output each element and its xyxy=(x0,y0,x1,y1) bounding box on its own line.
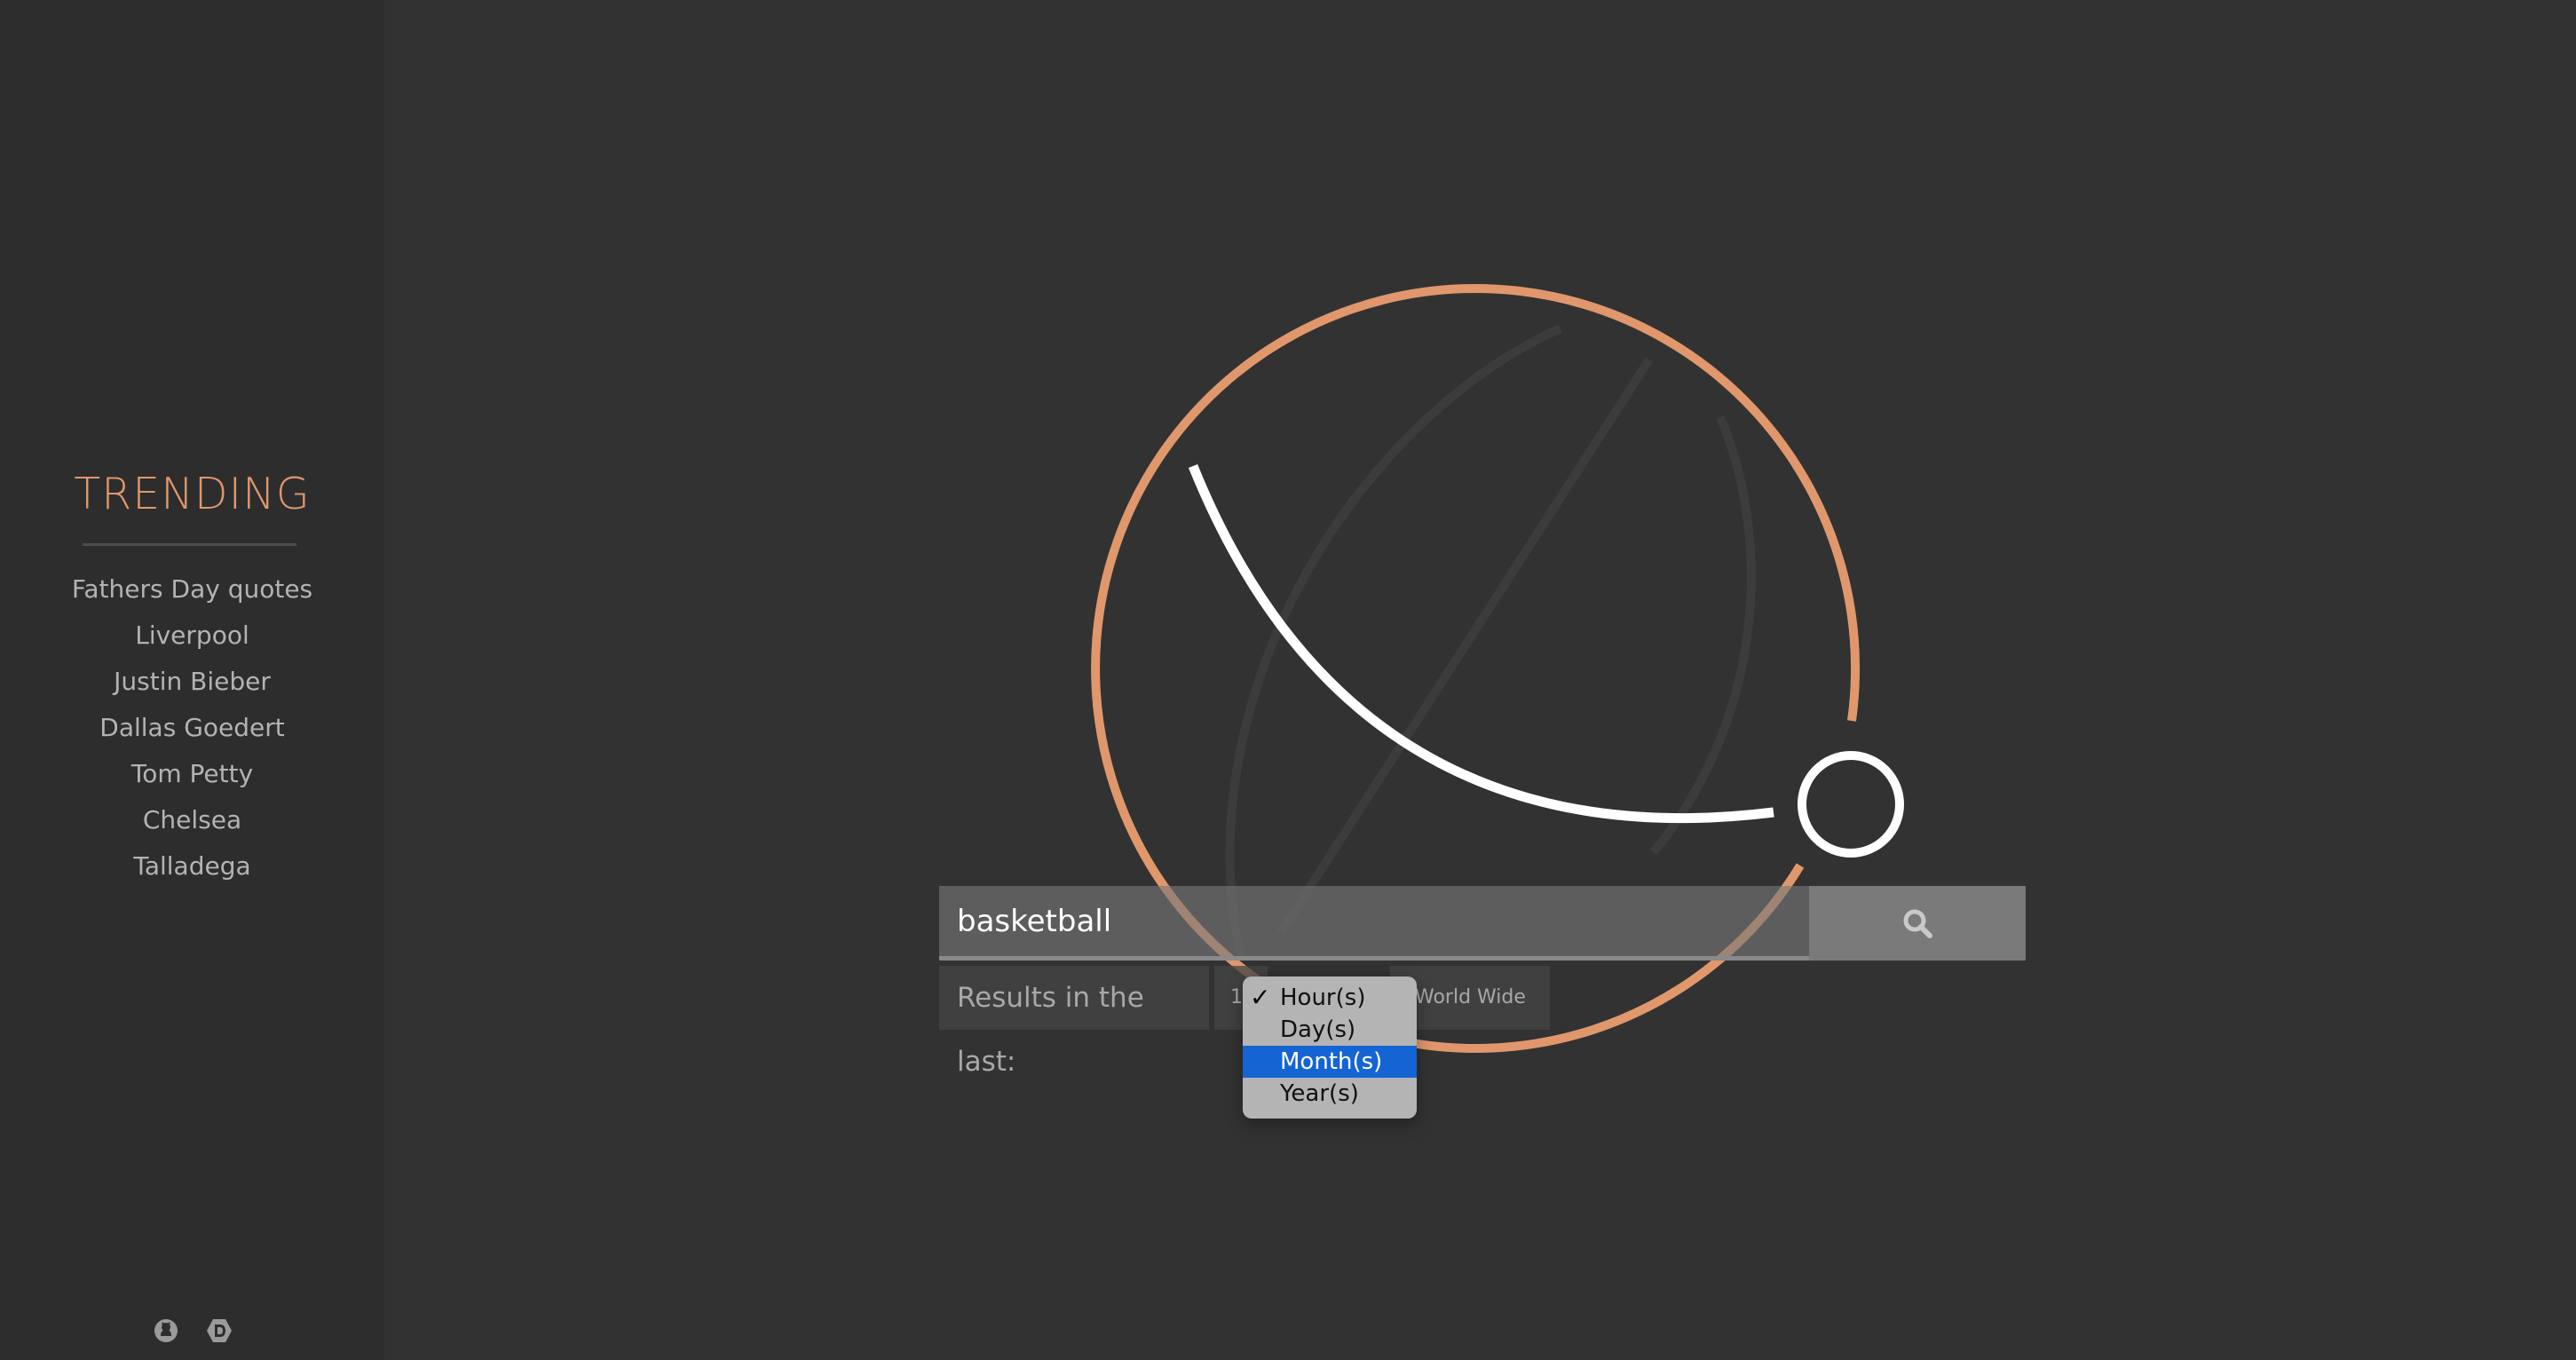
dropdown-option-hours[interactable]: ✓ Hour(s) xyxy=(1243,982,1417,1014)
trending-item[interactable]: Tom Petty xyxy=(0,753,384,799)
main-area xyxy=(384,0,2576,1360)
title-divider xyxy=(83,543,296,546)
sidebar: TRENDING Fathers Day quotes Liverpool Ju… xyxy=(0,0,384,1360)
dropdown-option-years[interactable]: Year(s) xyxy=(1243,1078,1417,1110)
trending-item[interactable]: Fathers Day quotes xyxy=(0,568,384,614)
trending-item[interactable]: Liverpool xyxy=(0,614,384,660)
option-label: Hour(s) xyxy=(1280,984,1366,1011)
devpost-icon[interactable] xyxy=(206,1317,233,1344)
search-input[interactable] xyxy=(939,886,1809,961)
option-label: Month(s) xyxy=(1280,1048,1383,1075)
trending-item[interactable]: Justin Bieber xyxy=(0,660,384,707)
basketball-logo-icon xyxy=(1091,284,1904,1053)
trending-item[interactable]: Dallas Goedert xyxy=(0,707,384,753)
option-label: Day(s) xyxy=(1280,1016,1356,1043)
search-bar xyxy=(939,886,2026,961)
results-label: Results in the last: xyxy=(939,966,1209,1078)
trending-title: TRENDING xyxy=(74,469,311,519)
trending-item[interactable]: Chelsea xyxy=(0,799,384,845)
option-label: Year(s) xyxy=(1280,1080,1359,1107)
footer-icons xyxy=(0,1317,384,1344)
search-icon xyxy=(1903,909,1932,938)
dropdown-option-months[interactable]: Month(s) xyxy=(1243,1046,1417,1078)
time-unit-dropdown: ✓ Hour(s) Day(s) Month(s) Year(s) xyxy=(1243,977,1417,1119)
checkmark-icon: ✓ xyxy=(1250,983,1271,1012)
github-icon[interactable] xyxy=(153,1317,179,1344)
dropdown-option-days[interactable]: Day(s) xyxy=(1243,1014,1417,1046)
trending-item[interactable]: Talladega xyxy=(0,845,384,891)
trending-list: Fathers Day quotes Liverpool Justin Bieb… xyxy=(0,568,384,891)
search-button[interactable] xyxy=(1809,886,2026,961)
